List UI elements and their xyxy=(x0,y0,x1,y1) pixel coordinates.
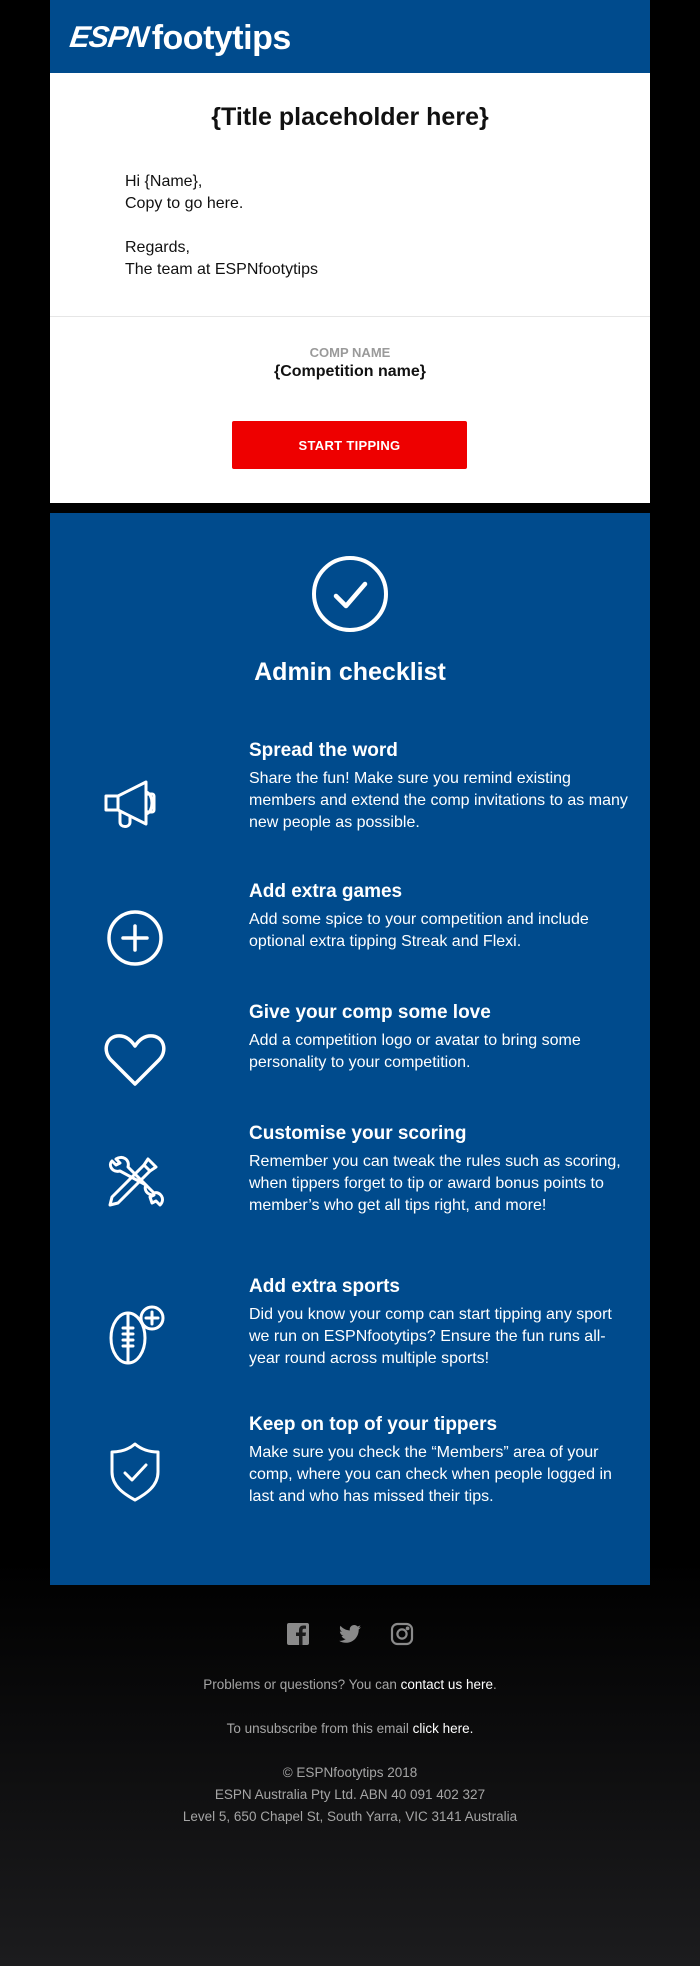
facebook-icon[interactable] xyxy=(286,1622,310,1651)
body-copy-text: Copy to go here. xyxy=(125,195,244,212)
item-title: Customise your scoring xyxy=(249,1123,467,1144)
item-description: Add some spice to your competition and i… xyxy=(249,911,589,950)
item-description: Remember you can tweak the rules such as… xyxy=(249,1153,621,1214)
greeting: Hi {Name}, xyxy=(125,173,203,190)
item-title: Keep on top of your tippers xyxy=(249,1414,498,1435)
unsubscribe-text: To unsubscribe from this email xyxy=(226,1721,413,1736)
start-tipping-button[interactable]: START TIPPING xyxy=(232,421,467,469)
item-description: Share the fun! Make sure you remind exis… xyxy=(249,770,628,831)
item-title: Add extra games xyxy=(249,881,403,902)
plus-circle-icon xyxy=(100,903,170,973)
megaphone-icon xyxy=(100,770,170,840)
espn-footytips-logo[interactable]: ESPN footytips xyxy=(67,18,292,58)
support-text: Problems or questions? You can xyxy=(203,1677,401,1692)
signature: The team at ESPNfootytips xyxy=(125,261,318,278)
regards: Regards, xyxy=(125,239,190,256)
email-title: {Title placeholder here} xyxy=(211,103,489,131)
contact-us-link[interactable]: contact us here xyxy=(401,1677,493,1692)
message-body: Hi {Name}, Copy to go here. Regards, The… xyxy=(125,171,318,281)
heart-icon xyxy=(100,1024,170,1094)
email-header: ESPN footytips xyxy=(50,0,650,73)
copyright: © ESPNfootytips 2018 xyxy=(282,1765,418,1780)
item-title: Give your comp some love xyxy=(249,1002,491,1023)
instagram-icon[interactable] xyxy=(390,1622,414,1651)
check-circle-icon xyxy=(311,555,389,633)
item-description: Add a competition logo or avatar to brin… xyxy=(249,1032,581,1071)
company-address: Level 5, 650 Chapel St, South Yarra, VIC… xyxy=(182,1809,518,1824)
checklist-title: Admin checklist xyxy=(254,658,446,686)
football-plus-icon xyxy=(100,1298,170,1368)
item-description: Did you know your comp can start tipping… xyxy=(249,1306,612,1367)
support-end: . xyxy=(492,1677,497,1692)
twitter-icon[interactable] xyxy=(338,1622,362,1651)
divider xyxy=(50,316,650,317)
item-title: Add extra sports xyxy=(249,1276,400,1297)
company-info: ESPN Australia Pty Ltd. ABN 40 091 402 3… xyxy=(214,1787,486,1802)
admin-checklist-section: Admin checklist Spread the word Share th… xyxy=(50,513,650,1585)
unsubscribe-link[interactable]: click here. xyxy=(413,1721,474,1736)
item-description: Make sure you check the “Members” area o… xyxy=(249,1444,612,1505)
message-card: {Title placeholder here} Hi {Name}, Copy… xyxy=(50,73,650,503)
shield-check-icon xyxy=(100,1436,170,1506)
unsubscribe-line: To unsubscribe from this email click her… xyxy=(0,1718,700,1740)
logo-espn-text: ESPN xyxy=(67,21,151,54)
support-line: Problems or questions? You can contact u… xyxy=(0,1674,700,1696)
tools-icon xyxy=(100,1145,170,1215)
social-links xyxy=(0,1622,700,1651)
item-title: Spread the word xyxy=(249,740,398,761)
logo-footytips-text: footytips xyxy=(151,18,292,57)
comp-name-label: COMP NAME xyxy=(309,345,391,360)
competition-name: {Competition name} xyxy=(273,363,426,380)
